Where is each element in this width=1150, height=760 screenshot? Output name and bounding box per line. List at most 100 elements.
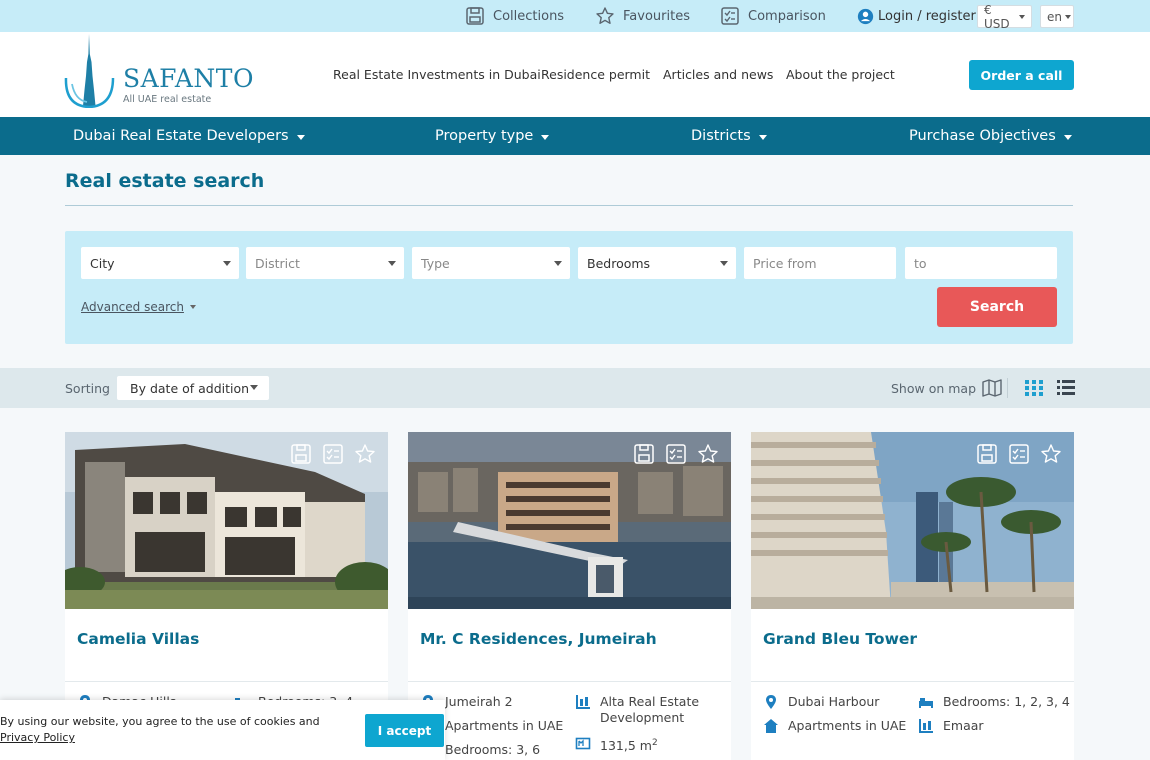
chevron-down-icon [541, 134, 550, 140]
nav-objectives-dropdown[interactable]: Purchase Objectives [909, 117, 1072, 155]
save-icon[interactable] [633, 443, 655, 465]
favourites-link[interactable]: Favourites [595, 0, 690, 32]
sorting-bar: Sorting By date of addition Show on map [0, 368, 1150, 408]
brand-name: SAFANTO [123, 64, 254, 93]
sorting-value: By date of addition [130, 380, 250, 396]
chevron-down-icon [223, 261, 231, 266]
home-icon [764, 719, 778, 733]
category-text: Apartments in UAE [788, 718, 907, 733]
area-icon [575, 737, 591, 750]
comparison-label: Comparison [748, 8, 826, 24]
view-divider [1007, 378, 1008, 398]
search-button[interactable]: Search [937, 287, 1057, 327]
card-actions [290, 443, 376, 465]
privacy-policy-link[interactable]: Privacy Policy [0, 731, 75, 744]
cookie-banner: By using our website, you agree to the u… [0, 700, 445, 760]
price-from-placeholder: Price from [753, 255, 817, 271]
property-location: Dubai Harbour [763, 694, 879, 710]
chevron-down-icon [720, 261, 728, 266]
brand-tagline: All UAE real estate [123, 94, 212, 105]
map-pin-icon [766, 695, 776, 709]
list-view-icon[interactable] [1057, 380, 1075, 396]
page-title: Real estate search [65, 170, 265, 192]
show-on-map-label: Show on map [891, 380, 977, 396]
sorting-select[interactable]: By date of addition [117, 376, 269, 400]
property-image[interactable] [65, 432, 388, 609]
property-title[interactable]: Camelia Villas [77, 630, 199, 648]
chevron-down-icon [189, 305, 196, 309]
price-to-input[interactable]: to [905, 247, 1057, 279]
comparison-icon[interactable] [322, 443, 344, 465]
save-icon[interactable] [976, 443, 998, 465]
star-icon[interactable] [697, 443, 719, 465]
nav-about[interactable]: About the project [786, 67, 895, 82]
login-link[interactable]: Login / register [857, 0, 976, 32]
property-area: 131,5 m2 [575, 735, 658, 754]
order-call-button[interactable]: Order a call [969, 60, 1074, 90]
property-title[interactable]: Grand Bleu Tower [763, 630, 917, 648]
developer-text: Alta Real Estate Development [600, 694, 700, 725]
chevron-down-icon [388, 261, 396, 266]
language-value: en [1047, 9, 1062, 24]
card-divider [65, 681, 388, 682]
bedrooms-select[interactable]: Bedrooms [578, 247, 736, 279]
star-icon [596, 7, 614, 24]
property-image[interactable] [408, 432, 731, 609]
save-icon[interactable] [290, 443, 312, 465]
price-from-input[interactable]: Price from [744, 247, 896, 279]
chevron-down-icon [758, 134, 767, 140]
grid-view-icon[interactable] [1025, 380, 1043, 396]
property-title[interactable]: Mr. C Residences, Jumeirah [420, 630, 657, 648]
area-text: 131,5 m2 [600, 735, 658, 754]
nav-articles[interactable]: Articles and news [663, 67, 773, 82]
star-icon[interactable] [1040, 443, 1062, 465]
location-text: Jumeirah 2 [445, 694, 513, 709]
cookie-message: By using our website, you agree to the u… [0, 714, 340, 746]
top-bar: Collections Favourites Comparison Login … [0, 0, 1150, 32]
nav-developers-dropdown[interactable]: Dubai Real Estate Developers [73, 117, 305, 155]
city-select[interactable]: City [81, 247, 239, 279]
login-label: Login / register [878, 8, 976, 24]
nav-districts-label: Districts [691, 128, 751, 144]
developer-text: Emaar [943, 718, 984, 733]
city-select-value: City [90, 255, 115, 271]
nav-objectives-label: Purchase Objectives [909, 128, 1056, 144]
nav-developers-label: Dubai Real Estate Developers [73, 128, 289, 144]
district-select[interactable]: District [246, 247, 404, 279]
advanced-search-link[interactable]: Advanced search [81, 300, 196, 314]
bed-icon [919, 698, 933, 708]
chevron-down-icon [1065, 14, 1071, 19]
card-actions [633, 443, 719, 465]
nav-residence[interactable]: Residence permit [541, 67, 650, 82]
site-header: SAFANTO All UAE real estate Real Estate … [0, 32, 1150, 117]
language-select[interactable]: en [1040, 5, 1074, 28]
site-logo[interactable]: SAFANTO All UAE real estate [63, 34, 254, 108]
property-card: Mr. C Residences, Jumeirah Jumeirah 2 Ap… [408, 432, 731, 760]
type-select[interactable]: Type [412, 247, 570, 279]
star-icon[interactable] [354, 443, 376, 465]
area-value: 131,5 m [600, 738, 652, 754]
building-icon [919, 719, 933, 733]
show-on-map-button[interactable]: Show on map [891, 377, 1002, 399]
property-card: Grand Bleu Tower Dubai Harbour Apartment… [751, 432, 1074, 760]
chevron-down-icon [296, 134, 305, 140]
bedrooms-text: Bedrooms: 3, 6 [445, 742, 541, 757]
property-image[interactable] [751, 432, 1074, 609]
burj-logo-icon [64, 34, 115, 108]
area-unit-superscript: 2 [651, 738, 658, 748]
nav-property-type-dropdown[interactable]: Property type [435, 117, 550, 155]
collections-link[interactable]: Collections [465, 0, 564, 32]
comparison-icon[interactable] [665, 443, 687, 465]
nav-investments[interactable]: Real Estate Investments in Dubai [333, 67, 541, 82]
comparison-icon[interactable] [1008, 443, 1030, 465]
accept-cookies-button[interactable]: I accept [365, 714, 444, 747]
property-developer: Emaar [918, 718, 984, 734]
category-text: Apartments in UAE [445, 718, 564, 733]
comparison-link[interactable]: Comparison [720, 0, 826, 32]
chevron-down-icon [250, 385, 258, 390]
comparison-icon [721, 7, 739, 25]
chevron-down-icon [1019, 14, 1025, 19]
currency-select[interactable]: € USD [977, 3, 1032, 31]
nav-districts-dropdown[interactable]: Districts [691, 117, 767, 155]
map-icon [982, 379, 1002, 397]
